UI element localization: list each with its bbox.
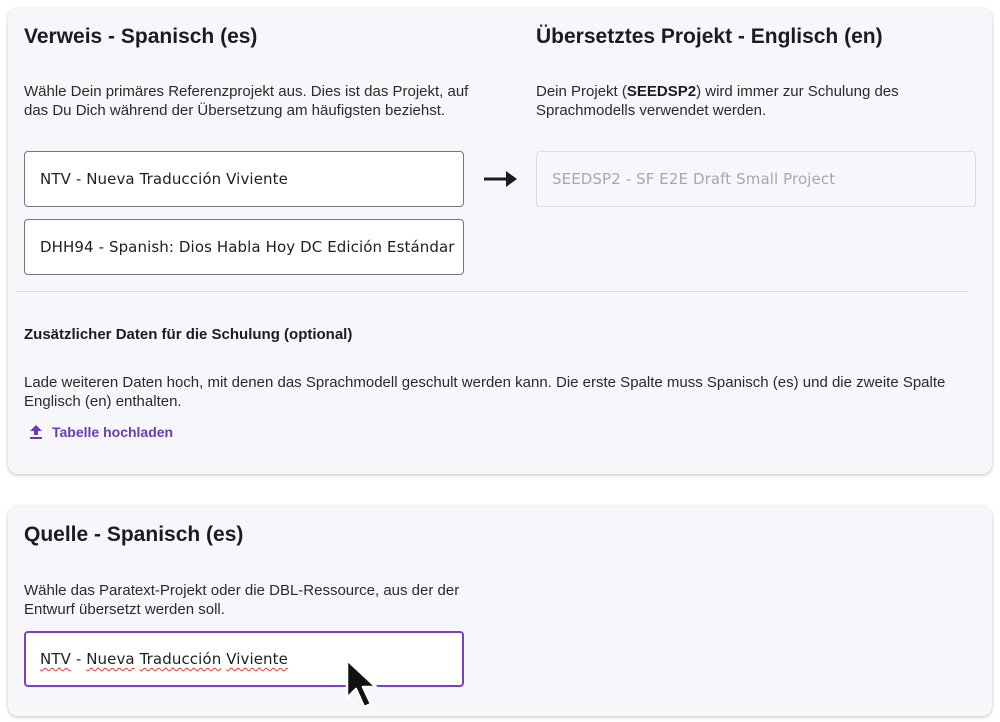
reference-title: Verweis - Spanisch (es) [24, 25, 258, 48]
mouse-pointer-icon [345, 658, 378, 709]
upload-table-label: Tabelle hochladen [52, 424, 174, 440]
arrow-right-icon [484, 171, 517, 187]
additional-data-title: Zusätzlicher Daten für die Schulung (opt… [24, 326, 353, 343]
translated-description: Dein Projekt (SEEDSP2) wird immer zur Sc… [536, 83, 899, 119]
primary-reference-value: NTV - Nueva Traducción Viviente [40, 170, 288, 188]
secondary-reference-value: DHH94 - Spanish: Dios Habla Hoy DC Edici… [40, 238, 455, 256]
source-title: Quelle - Spanisch (es) [24, 523, 244, 546]
divider [16, 291, 968, 292]
translated-title: Übersetztes Projekt - Englisch (en) [536, 25, 883, 48]
translated-project-field: SEEDSP2 - SF E2E Draft Small Project [536, 151, 976, 207]
source-project-input[interactable]: NTV - Nueva Traducción Viviente [24, 631, 464, 687]
source-description: Wähle das Paratext-Projekt oder die DBL-… [24, 582, 460, 618]
source-project-value: NTV - Nueva Traducción Viviente [40, 650, 288, 668]
project-code: SEEDSP2 [626, 83, 697, 100]
primary-reference-select[interactable]: NTV - Nueva Traducción Viviente [24, 151, 464, 207]
reference-description: Wähle Dein primäres Referenzprojekt aus.… [24, 83, 469, 119]
upload-table-button[interactable]: Tabelle hochladen [30, 420, 173, 444]
secondary-reference-select[interactable]: DHH94 - Spanish: Dios Habla Hoy DC Edici… [24, 219, 464, 275]
translated-project-value: SEEDSP2 - SF E2E Draft Small Project [552, 170, 836, 188]
additional-data-description: Lade weiteren Daten hoch, mit denen das … [24, 374, 946, 410]
upload-icon [30, 425, 42, 439]
